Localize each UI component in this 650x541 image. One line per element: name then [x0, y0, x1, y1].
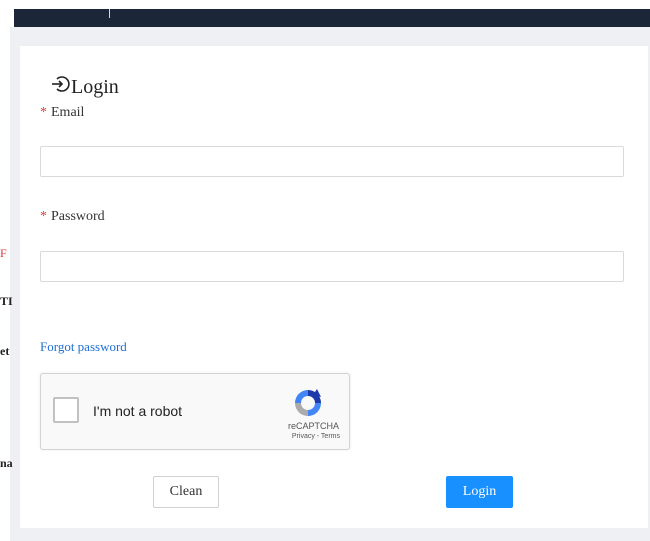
login-icon — [50, 74, 71, 100]
password-label-text: Password — [51, 209, 105, 224]
login-button[interactable]: Login — [446, 476, 513, 508]
login-modal: Login * Email * Password Forgot password I… — [20, 46, 648, 528]
background-text-snippet: na — [0, 456, 13, 470]
email-label: * Email — [40, 105, 84, 121]
recaptcha-privacy-terms[interactable]: Privacy - Terms — [292, 433, 340, 440]
forgot-password-link[interactable]: Forgot password — [40, 339, 127, 355]
email-label-text: Email — [51, 105, 85, 120]
required-mark: * — [40, 105, 47, 120]
recaptcha-brand-text: reCAPTCHA — [287, 421, 339, 431]
modal-title: Login — [50, 74, 119, 100]
background-text-snippet: et — [0, 344, 10, 358]
recaptcha-logo-icon — [291, 386, 325, 425]
clean-button[interactable]: Clean — [153, 476, 219, 508]
topbar-divider — [109, 9, 110, 18]
required-mark: * — [40, 209, 47, 224]
recaptcha-widget: I'm not a robot reCAPTCHA Privacy - Term… — [40, 373, 350, 450]
recaptcha-checkbox-label: I'm not a robot — [93, 403, 183, 419]
password-field[interactable] — [40, 251, 624, 282]
background-text-snippet: F — [0, 246, 7, 260]
password-label: * Password — [40, 209, 105, 225]
top-navigation-bar — [14, 9, 650, 27]
recaptcha-checkbox[interactable] — [53, 397, 79, 423]
modal-title-text: Login — [71, 75, 119, 98]
email-field[interactable] — [40, 146, 624, 177]
background-text-snippet: TI — [0, 294, 13, 308]
